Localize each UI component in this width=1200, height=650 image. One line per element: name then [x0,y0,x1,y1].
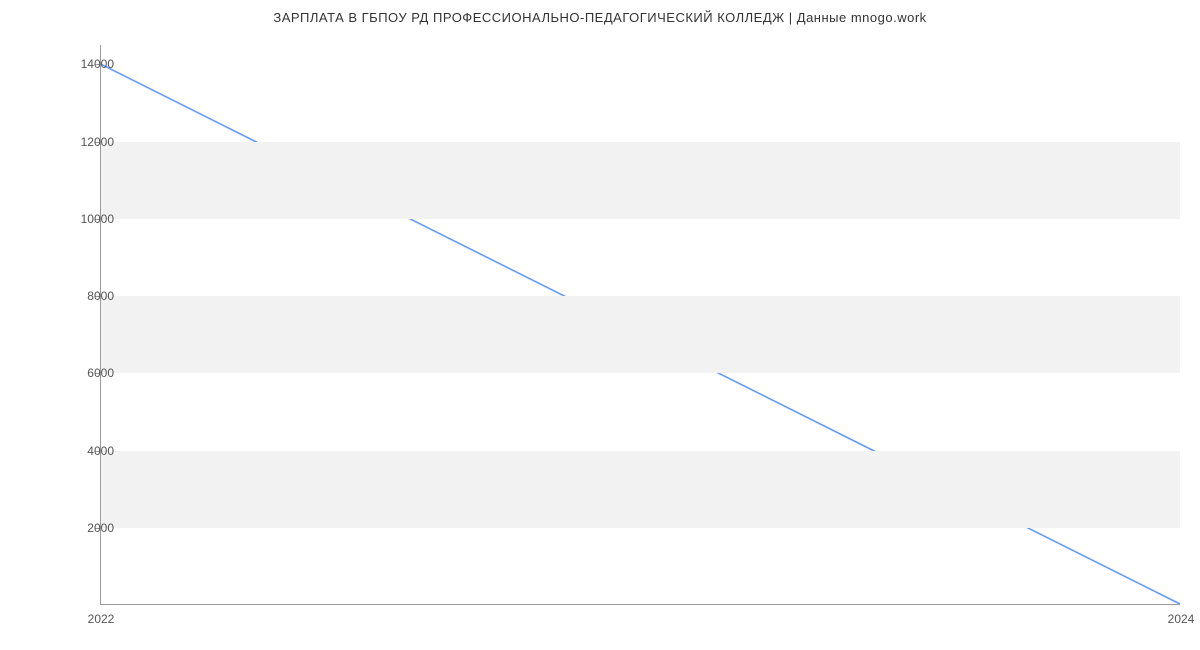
grid-band [101,142,1180,219]
y-tick-label: 6000 [54,366,114,380]
chart-title: ЗАРПЛАТА В ГБПОУ РД ПРОФЕССИОНАЛЬНО-ПЕДА… [0,10,1200,25]
grid-band [101,451,1180,528]
y-tick-label: 2000 [54,521,114,535]
y-tick-label: 8000 [54,289,114,303]
y-tick-label: 10000 [54,212,114,226]
x-tick-label: 2024 [1168,612,1195,626]
x-tick-label: 2022 [88,612,115,626]
y-tick-label: 4000 [54,444,114,458]
y-tick-label: 14000 [54,57,114,71]
y-tick-label: 12000 [54,135,114,149]
plot-area: 20222024 [100,45,1180,605]
chart-container: ЗАРПЛАТА В ГБПОУ РД ПРОФЕССИОНАЛЬНО-ПЕДА… [0,0,1200,650]
grid-band [101,296,1180,373]
